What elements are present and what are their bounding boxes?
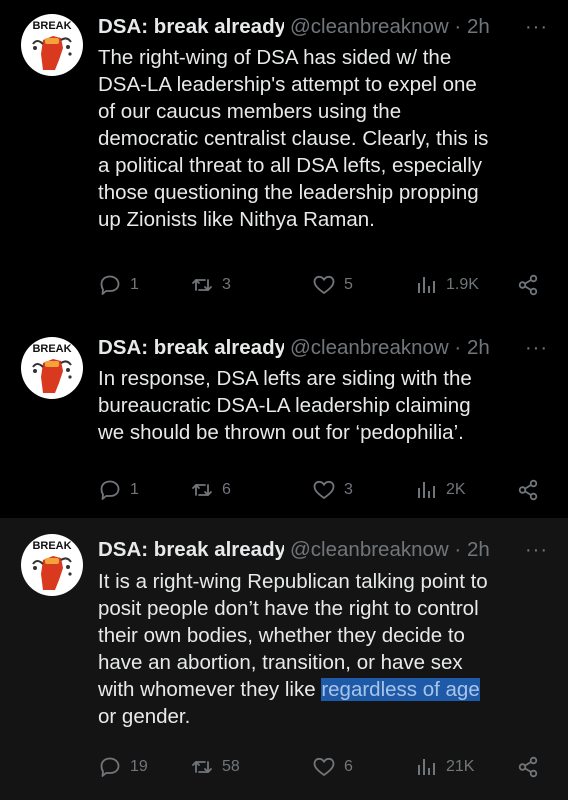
- text-line: have an abortion, transition, or have se…: [98, 651, 463, 674]
- text-line: their own bodies, whether they decide to: [98, 624, 465, 647]
- share-button[interactable]: [516, 752, 540, 782]
- text-line: of our caucus members using the: [98, 100, 402, 123]
- tweet-text: The right-wing of DSA has sided w/ the D…: [98, 44, 548, 233]
- like-button[interactable]: 3: [312, 475, 353, 505]
- like-count: 3: [344, 481, 353, 498]
- share-icon: [518, 479, 538, 501]
- more-options-icon[interactable]: ···: [525, 12, 548, 42]
- text-line: with whomever they like regardless of ag…: [98, 676, 548, 703]
- like-button[interactable]: 6: [312, 752, 353, 782]
- break-logo-icon: [31, 539, 73, 591]
- reply-count: 1: [130, 276, 139, 293]
- break-logo-icon: [31, 19, 73, 71]
- repost-icon: [192, 761, 212, 773]
- text-line: In response, DSA lefts are siding with t…: [98, 367, 472, 390]
- separator: ·: [454, 15, 462, 38]
- reply-button[interactable]: 1: [98, 270, 139, 300]
- share-button[interactable]: [516, 270, 540, 300]
- tweet-header: DSA: break already @cleanbreaknow · 2h ··…: [98, 535, 552, 565]
- avatar[interactable]: [21, 14, 83, 76]
- views-count: 2K: [446, 481, 466, 498]
- repost-count: 58: [222, 758, 240, 775]
- action-bar: 1 6 3 2K: [98, 475, 548, 505]
- heart-icon: [313, 757, 335, 776]
- text-line: DSA-LA leadership's attempt to expel one: [98, 73, 477, 96]
- repost-button[interactable]: 58: [190, 752, 240, 782]
- action-bar: 1 3 5 1.9K: [98, 270, 548, 300]
- views-button[interactable]: 2K: [414, 475, 466, 505]
- repost-button[interactable]: 3: [190, 270, 231, 300]
- timestamp[interactable]: 2h: [467, 538, 490, 561]
- text-line: or gender.: [98, 705, 191, 728]
- share-icon: [518, 756, 538, 778]
- views-button[interactable]: 21K: [414, 752, 474, 782]
- separator: ·: [454, 336, 462, 359]
- like-count: 6: [344, 758, 353, 775]
- tweet-header: DSA: break already @cleanbreaknow · 2h ··…: [98, 12, 552, 42]
- reply-icon: [100, 480, 120, 500]
- tweet-text: In response, DSA lefts are siding with t…: [98, 365, 548, 446]
- tweet-header: DSA: break already @cleanbreaknow · 2h ··…: [98, 333, 552, 363]
- user-handle[interactable]: @cleanbreaknow: [290, 333, 449, 363]
- text-line: those questioning the leadership proppin…: [98, 181, 479, 204]
- text-line: a political threat to all DSA lefts, esp…: [98, 154, 482, 177]
- reply-count: 1: [130, 481, 139, 498]
- text-line: up Zionists like Nithya Raman.: [98, 208, 375, 231]
- action-bar: 19 58 6 21K: [98, 752, 548, 782]
- display-name[interactable]: DSA: break already: [98, 12, 284, 42]
- tweet-text: It is a right-wing Republican talking po…: [98, 568, 548, 730]
- repost-icon: [192, 484, 212, 496]
- text-line: It is a right-wing Republican talking po…: [98, 570, 488, 593]
- user-handle[interactable]: @cleanbreaknow: [290, 12, 449, 42]
- reply-button[interactable]: 19: [98, 752, 148, 782]
- reply-count: 19: [130, 758, 148, 775]
- views-icon: [418, 482, 435, 498]
- more-options-icon[interactable]: ···: [525, 333, 548, 363]
- tweet-2[interactable]: DSA: break already @cleanbreaknow · 2h ··…: [0, 325, 568, 518]
- text-line: we should be thrown out for ‘pedophilia’…: [98, 421, 464, 444]
- like-count: 5: [344, 276, 353, 293]
- tweet-3[interactable]: DSA: break already @cleanbreaknow · 2h ··…: [0, 518, 568, 800]
- tweet-1[interactable]: DSA: break already @cleanbreaknow · 2h ··…: [0, 0, 568, 325]
- heart-icon: [313, 480, 335, 499]
- avatar[interactable]: [21, 337, 83, 399]
- timestamp[interactable]: 2h: [467, 15, 490, 38]
- repost-button[interactable]: 6: [190, 475, 231, 505]
- timestamp[interactable]: 2h: [467, 336, 490, 359]
- repost-count: 3: [222, 276, 231, 293]
- selected-text[interactable]: regardless of age: [321, 678, 480, 701]
- text-line: democratic centralist clause. Clearly, t…: [98, 127, 489, 150]
- repost-icon: [192, 279, 212, 291]
- break-logo-icon: [31, 342, 73, 394]
- user-handle[interactable]: @cleanbreaknow: [290, 535, 449, 565]
- views-button[interactable]: 1.9K: [414, 270, 479, 300]
- views-icon: [418, 277, 435, 293]
- share-icon: [518, 274, 538, 296]
- like-button[interactable]: 5: [312, 270, 353, 300]
- views-icon: [418, 759, 435, 775]
- reply-icon: [100, 757, 120, 777]
- views-count: 1.9K: [446, 276, 479, 293]
- share-button[interactable]: [516, 475, 540, 505]
- text-line: posit people don’t have the right to con…: [98, 597, 479, 620]
- views-count: 21K: [446, 758, 475, 775]
- heart-icon: [313, 275, 335, 294]
- reply-icon: [100, 275, 120, 295]
- more-options-icon[interactable]: ···: [525, 535, 548, 565]
- avatar[interactable]: [21, 534, 83, 596]
- repost-count: 6: [222, 481, 231, 498]
- display-name[interactable]: DSA: break already: [98, 333, 284, 363]
- text-segment: with whomever they like: [98, 678, 322, 701]
- text-line: The right-wing of DSA has sided w/ the: [98, 46, 452, 69]
- display-name[interactable]: DSA: break already: [98, 535, 284, 565]
- text-line: bureaucratic DSA-LA leadership claiming: [98, 394, 471, 417]
- separator: ·: [454, 538, 462, 561]
- reply-button[interactable]: 1: [98, 475, 139, 505]
